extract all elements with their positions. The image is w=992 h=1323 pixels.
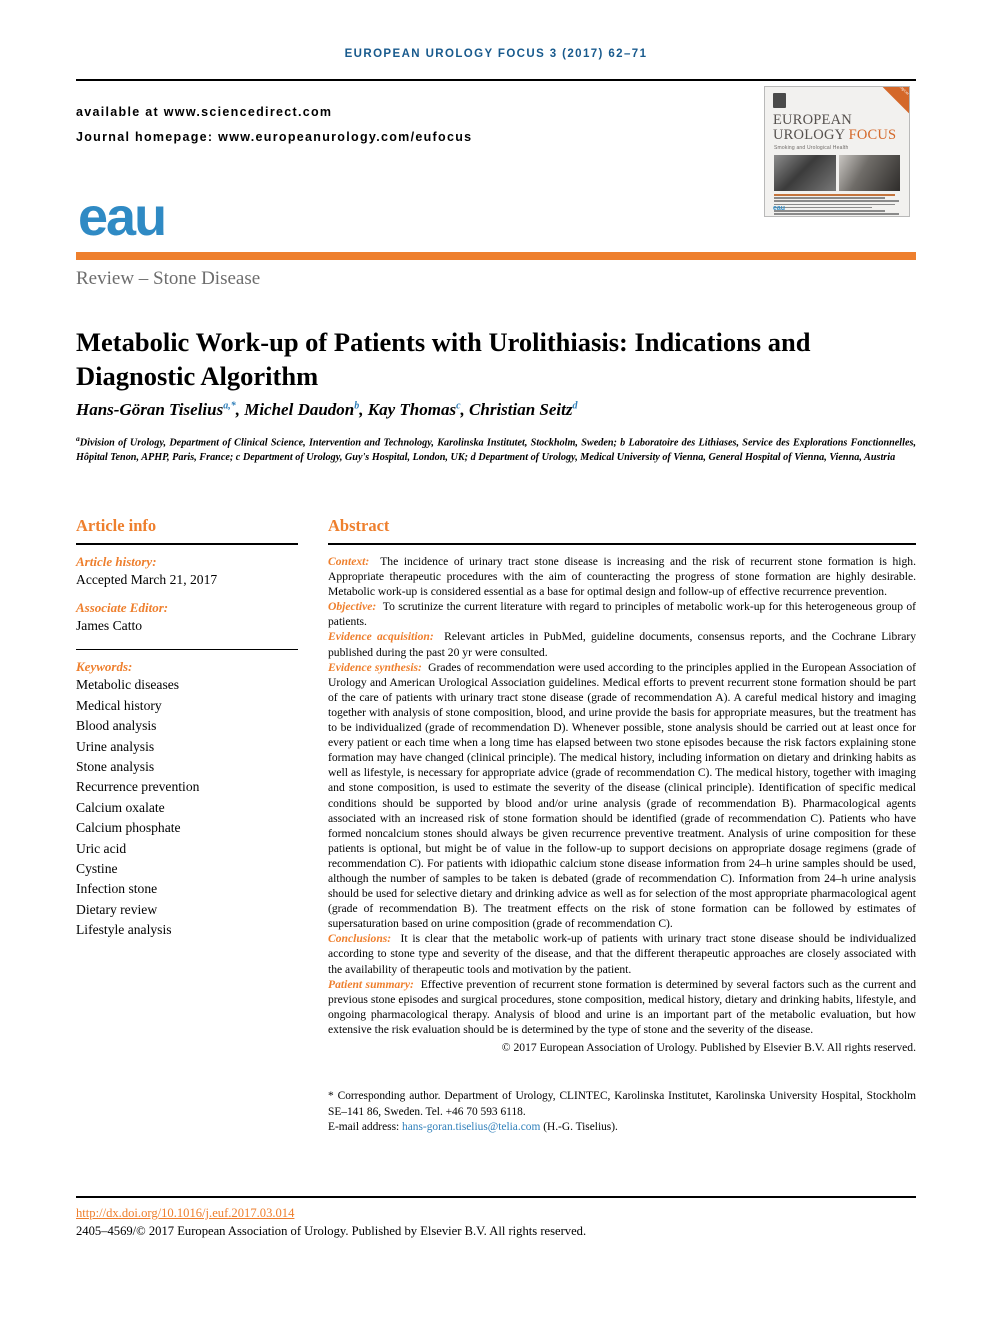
cover-image-ct-scan [774,155,836,191]
keyword-item: Urine analysis [76,738,155,754]
cover-title-line2: UROLOGY [773,127,845,143]
journal-cover-thumbnail: Smoking and Urological Health EUROPEAN U… [764,86,910,217]
keywords-list: Metabolic diseases Medical history Blood… [76,675,298,940]
corresponding-author-note: * Corresponding author. Department of Ur… [328,1089,916,1135]
cover-subtitle: Smoking and Urological Health [774,145,849,151]
sciencedirect-line: available at www.sciencedirect.com [76,105,333,119]
cover-contents-lines [774,194,900,216]
abstract-synthesis: Evidence synthesis: Grades of recommenda… [328,660,916,932]
author-affiliation-marker: c [456,400,461,412]
section-kicker: Review – Stone Disease [76,268,261,289]
article-history-label: Article history: [76,554,157,569]
corresponding-email-line: E-mail address: hans-goran.tiselius@teli… [328,1120,916,1135]
synthesis-label: Evidence synthesis: [328,660,422,674]
orange-divider [76,252,916,260]
author-name: Christian Seitz [469,400,573,419]
eau-logo: eau [78,187,167,247]
acquisition-label: Evidence acquisition: [328,630,434,644]
corresponding-author-line: * Corresponding author. Department of Ur… [328,1090,916,1118]
associate-editor-label: Associate Editor: [76,600,169,615]
objective-text: To scrutinize the current literature wit… [328,600,917,629]
article-history-value: Accepted March 21, 2017 [76,572,218,587]
article-info-column: Article info Article history: Accepted M… [76,516,298,941]
author-name: Kay Thomas [367,400,457,419]
abstract-acquisition: Evidence acquisition: Relevant articles … [328,629,916,659]
abstract-context: Context: The incidence of urinary tract … [328,554,916,599]
keyword-item: Recurrence prevention [76,779,200,795]
abstract-patient-summary: Patient summary: Effective prevention of… [328,977,916,1037]
keyword-item: Calcium phosphate [76,820,181,836]
issn-copyright: 2405–4569/© 2017 European Association of… [76,1223,587,1238]
conclusions-label: Conclusions: [328,932,392,946]
email-label: E-mail address: [328,1120,400,1133]
patient-summary-text: Effective prevention of recurrent stone … [328,977,917,1036]
cover-line [774,209,885,212]
cover-line [774,200,899,202]
author-affiliation-marker: b [354,400,360,412]
cover-line [774,194,895,196]
author-affiliation-marker: d [572,400,578,412]
running-head: EUROPEAN UROLOGY FOCUS 3 (2017) 62–71 [344,48,648,60]
abstract-heading: Abstract [328,516,390,535]
keyword-item: Stone analysis [76,758,155,774]
availability-block: available at www.sciencedirect.com Journ… [76,100,472,150]
context-label: Context: [328,555,370,568]
cover-title: EUROPEAN UROLOGY FOCUS [773,113,903,143]
page-title: Metabolic Work-up of Patients with Uroli… [76,326,811,391]
journal-article-page: EUROPEAN UROLOGY FOCUS 3 (2017) 62–71 av… [0,0,992,1323]
email-suffix: (H.-G. Tiselius). [543,1120,618,1133]
keyword-item: Calcium oxalate [76,799,165,815]
cover-line [774,197,885,199]
abstract-objective: Objective: To scrutinize the current lit… [328,599,916,629]
cover-title-line1: EUROPEAN [773,112,852,128]
abstract-rule [328,543,916,545]
associate-editor-value: James Catto [76,618,143,633]
synthesis-text: Grades of recommendation were used accor… [328,660,916,931]
cover-line [774,206,873,209]
abstract-column: Abstract Context: The incidence of urina… [328,516,916,1135]
author-affiliation-marker: a,* [223,400,236,412]
keyword-item: Lifestyle analysis [76,922,172,938]
keyword-item: Uric acid [76,840,127,856]
abstract-conclusions: Conclusions: It is clear that the metabo… [328,931,916,976]
cover-image-cigarette [838,155,900,191]
abstract-copyright: © 2017 European Association of Urology. … [501,1041,916,1054]
cover-line [774,203,895,206]
article-info-heading: Article info [76,516,157,535]
journal-homepage-line: Journal homepage: www.europeanurology.co… [76,130,473,144]
context-text: The incidence of urinary tract stone dis… [328,555,916,599]
keyword-item: Cystine [76,860,118,876]
objective-label: Objective: [328,600,377,614]
footer: http://dx.doi.org/10.1016/j.euf.2017.03.… [76,1205,916,1240]
cover-images [774,155,900,191]
affiliations: aDivision of Urology, Department of Clin… [76,432,916,466]
email-link[interactable]: hans-goran.tiselius@telia.com [402,1121,540,1133]
abstract-body: Context: The incidence of urinary tract … [328,554,916,1055]
keyword-item: Medical history [76,697,162,713]
article-info-rule [76,543,298,545]
keyword-item: Blood analysis [76,718,157,734]
keyword-item: Dietary review [76,901,158,917]
doi-link[interactable]: http://dx.doi.org/10.1016/j.euf.2017.03.… [76,1206,294,1220]
keyword-item: Metabolic diseases [76,677,180,693]
author-name: Michel Daudon [244,400,355,419]
header-divider [76,79,916,81]
keyword-item: Infection stone [76,881,158,897]
cover-eau-logo: eau [773,205,786,212]
cover-line [774,213,899,215]
author-name: Hans-Göran Tiselius [76,400,224,419]
conclusions-text: It is clear that the metabolic work-up o… [328,932,917,976]
cover-title-focus: FOCUS [848,127,897,143]
keywords-rule [76,649,298,651]
footer-divider [76,1196,916,1198]
patient-summary-label: Patient summary: [328,977,414,991]
author-list: Hans-Göran Tiseliusa,*, Michel Daudonb, … [76,400,578,419]
keywords-label: Keywords: [76,659,133,675]
affiliations-text: Division of Urology, Department of Clini… [76,437,916,463]
elsevier-tree-icon [773,93,786,108]
